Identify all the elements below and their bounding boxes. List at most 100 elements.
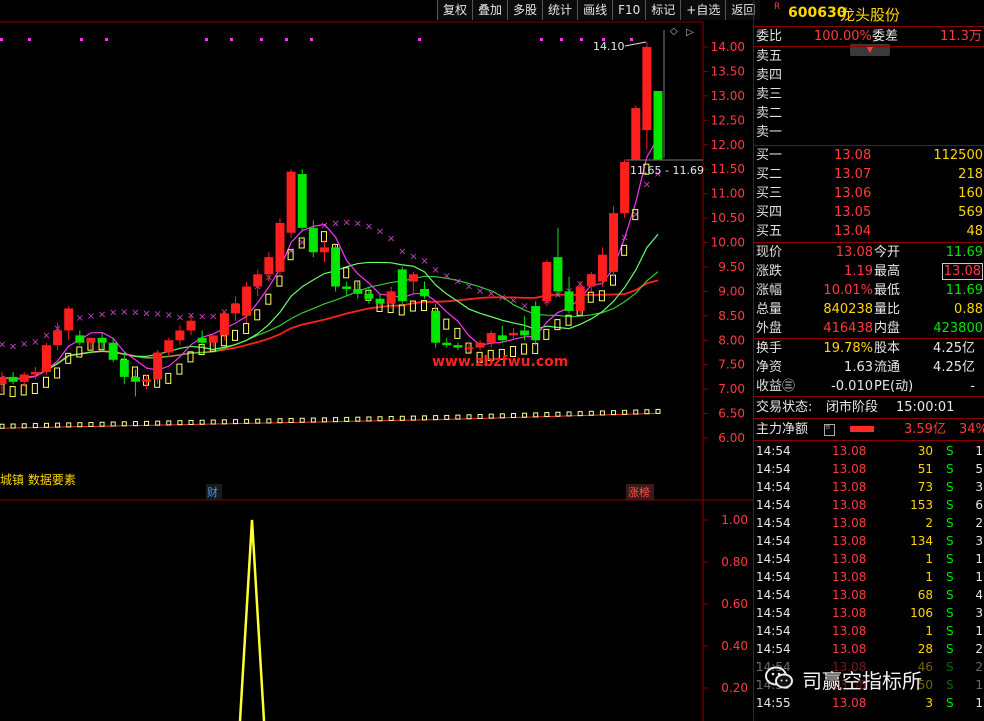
band-marker: × (409, 251, 417, 262)
band-marker: × (398, 247, 406, 258)
tick-row: 14:54 13.08 106 S 3 (754, 604, 984, 622)
toolbar-btn-5[interactable]: F10 (612, 0, 646, 20)
stock-code[interactable]: 600630 (788, 5, 846, 21)
tick-direction: S (946, 570, 954, 584)
toolbar-btn-7[interactable]: +自选 (680, 0, 726, 20)
tick-row: 14:55 13.08 3 S 1 (754, 694, 984, 712)
tick-row: 14:54 13.08 1 S 1 (754, 568, 984, 586)
stock-name[interactable]: 龙头股份 (840, 4, 900, 25)
tick-price: 13.08 (832, 696, 867, 710)
price-axis-label: 8.00 (718, 333, 745, 347)
tick-count: 5 (975, 462, 983, 476)
buy-row: 买四 13.05 569 (754, 203, 984, 222)
chart-toolbar: 复权 叠加 多股 统计 画线 F10 标记 +自选 返回 (437, 0, 761, 20)
sector-text[interactable]: 城镇 数据要素 (0, 472, 76, 487)
band-marker: × (509, 295, 517, 306)
quote-value-2: 11.69 (945, 245, 983, 260)
buy-row: 买三 13.06 160 (754, 184, 984, 203)
list-icon[interactable]: ≡ (824, 424, 835, 436)
quote-row: 现价 13.08 今开 11.69 (754, 243, 984, 262)
trade-status-value: 闭市阶段 (826, 400, 879, 415)
quote-label: 外盘 (756, 321, 783, 336)
tick-volume: 1 (925, 624, 933, 638)
tick-direction: S (946, 696, 954, 710)
arrow-right-icon[interactable]: ▷ (686, 27, 694, 38)
main-force-label: 主力净额 (756, 422, 809, 437)
tick-row: 14:54 13.08 1 S 1 (754, 622, 984, 640)
band-marker: × (320, 221, 328, 232)
price-axis-label: 7.00 (718, 382, 745, 396)
sell-row: 卖五 (754, 47, 984, 66)
stats-value: -0.010 (831, 379, 873, 394)
buy-row: 买一 13.08 112500 (754, 146, 984, 165)
tick-count: 2 (975, 642, 983, 656)
stats-value: 1.63 (844, 360, 873, 375)
quote-label: 涨幅 (756, 283, 783, 298)
toolbar-btn-4[interactable]: 画线 (577, 0, 613, 20)
price-axis-label: 8.50 (718, 309, 745, 323)
band-marker: × (109, 308, 117, 319)
buy-row: 买二 13.07 218 (754, 165, 984, 184)
tick-count: 3 (975, 606, 983, 620)
tick-row: 14:54 13.08 51 S 5 (754, 460, 984, 478)
tick-direction: S (946, 498, 954, 512)
quote-value-2: 13.08 (941, 263, 983, 280)
band-marker: × (120, 307, 128, 318)
tick-count: 3 (975, 534, 983, 548)
toolbar-btn-2[interactable]: 多股 (507, 0, 543, 20)
candle (653, 90, 663, 160)
signal-dot (285, 38, 288, 41)
toolbar-btn-6[interactable]: 标记 (645, 0, 681, 20)
buy-volume: 160 (958, 186, 983, 201)
tick-row: 14:54 13.08 2 S 2 (754, 514, 984, 532)
tick-direction: S (946, 642, 954, 656)
signal-dot (28, 38, 31, 41)
signal-dot (630, 38, 633, 41)
tick-time: 14:54 (756, 588, 791, 602)
tick-price: 13.08 (832, 642, 867, 656)
quote-row: 总量 840238 量比 0.88 (754, 300, 984, 319)
kline-chart[interactable]: 14.00 13.50 13.00 12.50 12.00 11.50 11.00 10.50… (0, 0, 753, 721)
stats-label: 换手 (756, 341, 783, 356)
watermark-text: 司赢空指标所 (802, 669, 922, 693)
tick-count: 3 (975, 480, 983, 494)
tick-row: 14:54 13.08 134 S 3 (754, 532, 984, 550)
quote-label: 现价 (756, 245, 783, 260)
buy-volume: 569 (958, 205, 983, 220)
stats-row: 换手 19.78% 股本 4.25亿 (754, 339, 984, 358)
band-marker: × (387, 233, 395, 244)
diamond-icon[interactable]: ◇ (670, 26, 678, 37)
quote-value: 416438 (823, 321, 873, 336)
tick-volume: 30 (917, 444, 933, 458)
tick-price: 13.08 (832, 534, 867, 548)
signal-dot (260, 38, 263, 41)
tick-price: 13.08 (832, 624, 867, 638)
tick-count: 1 (975, 696, 983, 710)
stats-row: 收益㊂ -0.010 PE(动) - (754, 377, 984, 396)
price-axis-label: 12.50 (711, 113, 745, 127)
tick-count: 1 (975, 624, 983, 638)
sell-label: 卖五 (756, 49, 783, 64)
band-marker: × (354, 219, 362, 230)
cai-tag[interactable]: 财 (207, 485, 218, 499)
wechat-icon (765, 666, 793, 689)
toolbar-btn-1[interactable]: 叠加 (472, 0, 508, 20)
buy-label: 买二 (756, 167, 783, 182)
candle (397, 266, 407, 304)
stats-label: 净资 (756, 360, 783, 375)
candle (531, 301, 541, 346)
tick-count: 1 (975, 552, 983, 566)
price-axis-label: 11.50 (711, 162, 745, 176)
buy-volume: 112500 (933, 148, 983, 163)
band-marker: × (9, 341, 17, 352)
toolbar-btn-0[interactable]: 复权 (437, 0, 473, 20)
tick-volume: 28 (917, 642, 933, 656)
band-marker: × (643, 180, 651, 191)
tick-price: 13.08 (832, 498, 867, 512)
zhangbang-tag[interactable]: 涨榜 (628, 485, 650, 499)
tick-direction: S (946, 516, 954, 530)
band-marker: × (42, 330, 50, 341)
signal-dot (80, 38, 83, 41)
toolbar-btn-3[interactable]: 统计 (542, 0, 578, 20)
quote-value: 840238 (823, 302, 873, 317)
